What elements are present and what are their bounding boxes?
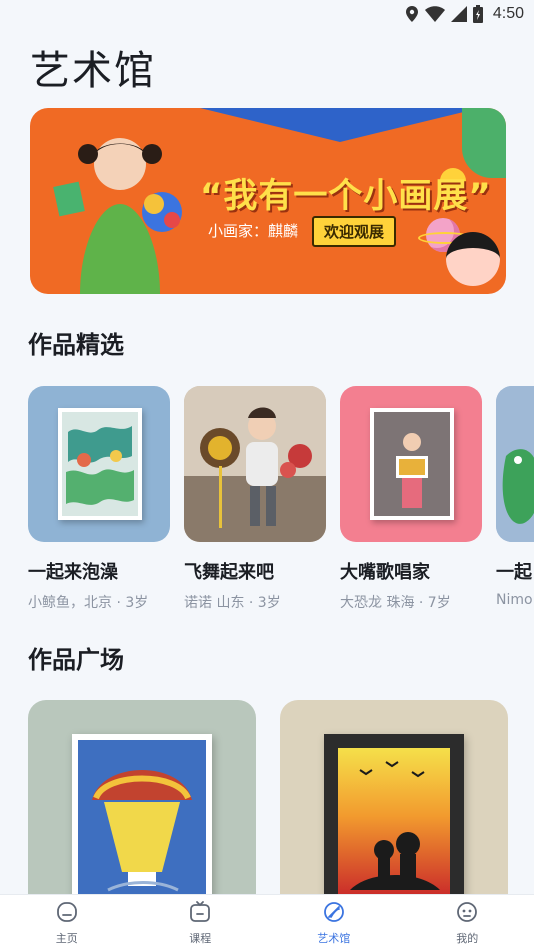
artwork-image	[184, 386, 326, 542]
tab-label: 主页	[55, 931, 78, 945]
artwork-image	[338, 748, 450, 900]
page-title: 艺术馆	[30, 48, 156, 94]
status-time: 4:50	[492, 5, 524, 22]
exhibition-banner[interactable]: “我有一个小画展” 小画家：麒麟 欢迎观展	[30, 108, 506, 294]
featured-work-card[interactable]: 一起 Nimo	[496, 386, 534, 608]
location-icon	[405, 6, 419, 22]
work-title: 一起来泡澡	[28, 562, 118, 583]
featured-carousel[interactable]: 一起来泡澡 小鲸鱼，北京 · 3岁 飞舞起来吧 诺诺 山东 · 3岁 大嘴歌唱家…	[28, 386, 534, 616]
featured-section-title: 作品精选	[28, 331, 124, 359]
work-title: 大嘴歌唱家	[340, 562, 430, 583]
signal-icon	[450, 6, 467, 22]
tab-courses[interactable]: 课程	[134, 895, 268, 950]
cartoon-face-icon	[446, 232, 500, 286]
gallery-icon	[322, 900, 346, 928]
plaza-work-card[interactable]	[28, 700, 256, 900]
tab-profile[interactable]: 我的	[401, 895, 534, 950]
work-meta: 小鲸鱼，北京 · 3岁	[28, 595, 149, 611]
work-thumbnail	[496, 386, 534, 542]
banner-painter-label: 小画家：麒麟	[208, 222, 299, 240]
tab-label: 艺术馆	[317, 931, 351, 945]
wifi-icon	[424, 6, 445, 22]
work-thumbnail	[340, 386, 482, 542]
artwork-frame	[72, 734, 212, 900]
bottom-tab-bar: 主页 课程 艺术馆 我的	[0, 894, 534, 950]
tab-label: 我的	[456, 931, 479, 945]
profile-face-icon	[455, 900, 479, 928]
artwork-image	[496, 386, 534, 542]
tab-home[interactable]: 主页	[0, 895, 134, 950]
battery-icon	[472, 5, 483, 23]
tv-icon	[188, 900, 212, 928]
artwork-frame	[370, 408, 454, 520]
artwork-image	[78, 740, 206, 900]
plaza-work-card[interactable]	[280, 700, 508, 900]
tab-label: 课程	[189, 931, 212, 945]
work-meta: 诺诺 山东 · 3岁	[184, 595, 281, 611]
home-icon	[55, 900, 79, 928]
work-title: 一起	[496, 562, 532, 583]
work-meta: 大恐龙 珠海 · 7岁	[340, 595, 451, 611]
child-photo	[53, 138, 182, 294]
banner-cta-button[interactable]: 欢迎观展	[312, 216, 397, 247]
banner-headline: “我有一个小画展”	[200, 176, 492, 216]
plaza-section-title: 作品广场	[28, 646, 124, 674]
artwork-image	[62, 412, 138, 516]
work-thumbnail	[28, 386, 170, 542]
work-meta: Nimo	[496, 592, 533, 608]
featured-work-card[interactable]: 大嘴歌唱家 大恐龙 珠海 · 7岁	[340, 386, 482, 612]
featured-work-card[interactable]: 飞舞起来吧 诺诺 山东 · 3岁	[184, 386, 326, 612]
artwork-frame	[58, 408, 142, 520]
artwork-frame	[324, 734, 464, 900]
artwork-image	[374, 412, 450, 516]
work-title: 飞舞起来吧	[184, 562, 274, 583]
status-bar: 4:50	[0, 0, 534, 28]
banner-decoration	[200, 108, 480, 142]
tab-gallery[interactable]: 艺术馆	[267, 895, 401, 950]
featured-work-card[interactable]: 一起来泡澡 小鲸鱼，北京 · 3岁	[28, 386, 170, 612]
work-thumbnail	[184, 386, 326, 542]
